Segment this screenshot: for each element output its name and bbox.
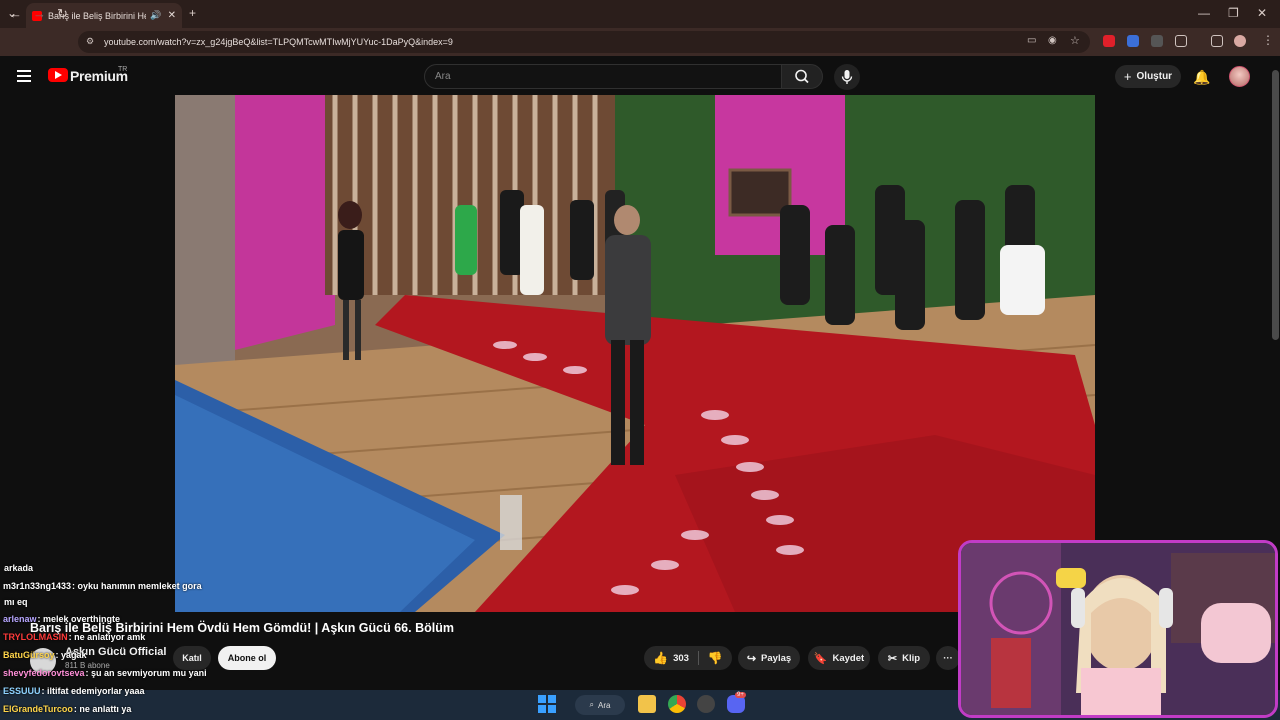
chat-text: : yağak	[55, 650, 87, 660]
create-button[interactable]: + Oluştur	[1115, 65, 1181, 88]
chat-username: shevyfedorovtseva	[3, 668, 85, 678]
webcam-frame	[961, 543, 1275, 715]
streamer-webcam	[958, 540, 1278, 718]
plus-icon: +	[1123, 69, 1132, 84]
save-label: Kaydet	[832, 652, 865, 664]
chat-text: : şu an sevmiyorum mu yani	[85, 668, 207, 678]
share-button[interactable]: ↪ Paylaş	[738, 646, 800, 670]
youtube-logo-icon[interactable]	[48, 68, 68, 82]
maximize-icon[interactable]: ❐	[1228, 6, 1239, 20]
search-input[interactable]: Ara	[424, 64, 782, 89]
scrollbar-thumb[interactable]	[1272, 70, 1279, 340]
more-icon: ···	[943, 652, 953, 664]
browser-menu-icon[interactable]: ⋮	[1262, 33, 1274, 47]
extension-red-icon[interactable]	[1103, 35, 1115, 47]
forward-icon[interactable]: →	[33, 6, 46, 21]
media-control-icon[interactable]	[1211, 35, 1223, 47]
divider	[697, 651, 699, 665]
chat-message: ElGrandeTurcoo: ne anlattı ya	[3, 704, 131, 714]
share-label: Paylaş	[761, 652, 792, 664]
hamburger-menu-icon[interactable]	[17, 70, 31, 82]
chat-text: arkada	[4, 563, 34, 573]
window-close-icon[interactable]: ✕	[1257, 6, 1267, 20]
chat-message: arkada	[3, 563, 33, 573]
url-text: youtube.com/watch?v=zx_g24jgBeQ&list=TLP…	[104, 37, 453, 47]
more-actions-button[interactable]: ···	[936, 646, 960, 670]
create-label: Oluştur	[1136, 71, 1173, 82]
browser-tab[interactable]: Barış ile Beliş Birbirini Hem Övdü Hem G…	[26, 3, 182, 28]
like-dislike-group: 👍 303 👎	[644, 646, 732, 670]
tracking-icon[interactable]: ◉	[1048, 35, 1057, 46]
chat-message: TRYLOLMASIN: ne anlatıyor amk	[3, 632, 145, 642]
cast-icon[interactable]: ▭	[1027, 35, 1036, 46]
save-icon: 🔖	[813, 652, 828, 665]
clip-button[interactable]: ✂ Klip	[878, 646, 930, 670]
video-player[interactable]	[175, 95, 1095, 612]
chat-message: shevyfedorovtseva: şu an sevmiyorum mu y…	[3, 668, 207, 678]
search-icon	[795, 69, 809, 84]
share-icon: ↪	[746, 652, 757, 665]
site-info-icon[interactable]: ⚙	[86, 36, 94, 47]
file-explorer-icon[interactable]	[638, 695, 656, 713]
discord-badge: 9+	[735, 692, 746, 698]
join-button[interactable]: Katıl	[173, 646, 211, 670]
scissors-icon: ✂	[887, 652, 898, 665]
logo-region: TR	[118, 66, 128, 73]
chat-username: ESSUUU	[3, 686, 41, 696]
obs-icon[interactable]	[697, 695, 715, 713]
taskbar-search-label: Ara	[598, 700, 611, 710]
chat-message: ESSUUU: iltifat edemiyorlar yaaa	[3, 686, 145, 696]
chat-message: mı eq	[3, 597, 28, 607]
microphone-icon	[841, 70, 853, 84]
tab-close-icon[interactable]: ✕	[168, 10, 176, 21]
account-avatar[interactable]	[1229, 66, 1250, 87]
new-tab-icon[interactable]: +	[189, 6, 196, 20]
voice-search-button[interactable]	[834, 64, 860, 90]
chat-text: mı eq	[4, 597, 28, 607]
extension-blue-icon[interactable]	[1127, 35, 1139, 47]
windows-start-icon[interactable]	[538, 695, 556, 713]
chat-username: m3r1n33ng1433	[3, 581, 72, 591]
like-icon[interactable]: 👍	[653, 651, 668, 665]
save-button[interactable]: 🔖 Kaydet	[808, 646, 870, 670]
extensions-puzzle-icon[interactable]	[1175, 35, 1187, 47]
chat-message: m3r1n33ng1433: oyku hanımın memleket gor…	[3, 581, 202, 591]
profile-icon[interactable]	[1234, 35, 1246, 47]
chat-username: ElGrandeTurcoo	[3, 704, 73, 714]
minimize-icon[interactable]: —	[1198, 6, 1210, 20]
video-frame	[175, 95, 1095, 612]
chat-text: : ne anlatıyor amk	[68, 632, 146, 642]
search-button[interactable]	[781, 64, 823, 89]
back-icon[interactable]: ←	[9, 6, 22, 21]
dislike-icon[interactable]: 👎	[708, 651, 723, 665]
chat-username: TRYLOLMASIN	[3, 632, 68, 642]
notifications-bell-icon[interactable]: 🔔	[1193, 69, 1210, 86]
chrome-icon[interactable]	[668, 695, 686, 713]
chat-username: BatuGürsoy	[3, 650, 55, 660]
tab-audio-icon[interactable]: 🔊	[150, 10, 161, 21]
bookmark-star-icon[interactable]: ☆	[1070, 34, 1080, 47]
reload-icon[interactable]: ↻	[57, 6, 68, 22]
chat-text: : oyku hanımın memleket gora	[72, 581, 202, 591]
like-count[interactable]: 303	[673, 653, 689, 664]
extension-dark-icon[interactable]	[1151, 35, 1163, 47]
chat-text: : ne anlattı ya	[73, 704, 132, 714]
taskbar-search-icon: ⌕	[589, 700, 595, 709]
clip-label: Klip	[902, 652, 921, 664]
taskbar-search[interactable]: ⌕ Ara	[575, 695, 625, 715]
chat-text: : iltifat edemiyorlar yaaa	[41, 686, 145, 696]
chat-message: BatuGürsoy: yağak	[3, 650, 87, 660]
subscribe-button[interactable]: Abone ol	[218, 646, 276, 670]
address-bar[interactable]: youtube.com/watch?v=zx_g24jgBeQ&list=TLP…	[78, 31, 1090, 53]
